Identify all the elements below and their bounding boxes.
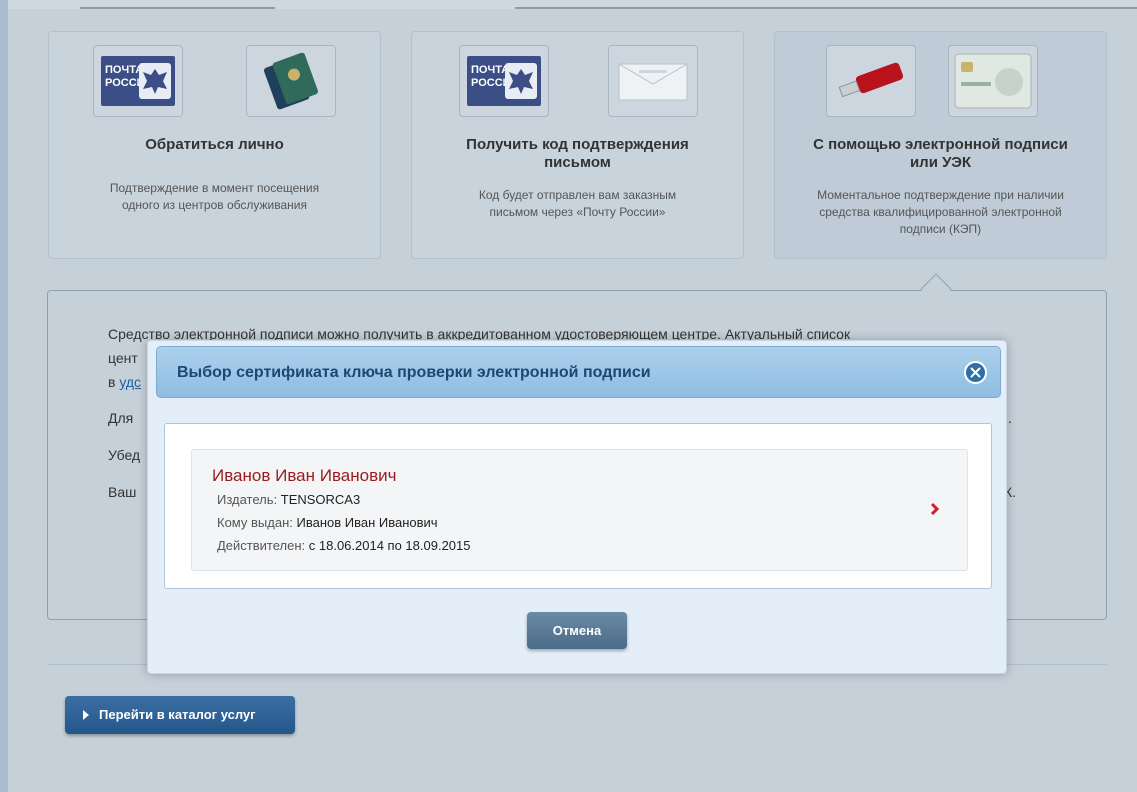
pochta-rossii-logo: ПОЧТА РОССИИ xyxy=(467,56,541,106)
option-title-line: письмом xyxy=(544,154,611,171)
chevron-right-icon xyxy=(930,502,940,516)
envelope-icon-tile xyxy=(608,45,698,117)
uek-card-icon-tile xyxy=(948,45,1038,117)
dialog-header: Выбор сертификата ключа проверки электро… xyxy=(156,346,1001,398)
info-text-prefix: в xyxy=(108,374,120,390)
certificate-selection-dialog: Выбор сертификата ключа проверки электро… xyxy=(147,340,1007,674)
play-triangle-icon xyxy=(83,710,89,720)
option-title-line: или УЭК xyxy=(909,154,972,171)
info-text-line: Ваш xyxy=(108,484,137,500)
envelope-icon xyxy=(618,63,688,101)
passport-icon xyxy=(263,52,319,110)
info-text-line-end: . xyxy=(1008,410,1012,426)
top-divider xyxy=(515,7,1137,9)
close-dialog-button[interactable] xyxy=(964,361,987,384)
info-text-line: Для xyxy=(108,410,134,426)
valid-label: Действителен: xyxy=(217,538,306,553)
eagle-emblem-icon xyxy=(505,63,537,99)
pochta-rossii-logo-tile: ПОЧТА РОССИИ xyxy=(459,45,549,117)
option-description-line: письмом через «Почту России» xyxy=(489,205,666,219)
option-title: Обратиться лично xyxy=(49,136,380,154)
usb-token-icon xyxy=(838,62,904,98)
cancel-button[interactable]: Отмена xyxy=(527,612,627,649)
valid-value: с 18.06.2014 по 18.09.2015 xyxy=(308,538,471,553)
option-description-line: одного из центров обслуживания xyxy=(122,198,307,212)
option-card-in-person[interactable]: ПОЧТА РОССИИ Обратиться лично Подтвержден… xyxy=(48,31,381,259)
issuer-label: Издатель: xyxy=(217,492,278,507)
option-description-line: Подтверждение в момент посещения xyxy=(109,181,320,195)
option-card-electronic-signature[interactable]: С помощью электронной подписи или УЭК Мо… xyxy=(774,31,1107,259)
logo-line1: ПОЧТА xyxy=(471,64,510,76)
option-title: Получить код подтверждения письмом xyxy=(412,136,743,172)
certificate-owner-name: Иванов Иван Иванович xyxy=(212,466,397,485)
option-card-letter-code[interactable]: ПОЧТА РОССИИ Получить код подтверждения п… xyxy=(411,31,744,259)
option-description: Моментальное подтверждение при наличии с… xyxy=(775,187,1106,238)
top-divider xyxy=(80,7,275,9)
option-title-line: С помощью электронной подписи xyxy=(813,136,1068,153)
info-text-line: в удс xyxy=(108,374,141,390)
option-title: С помощью электронной подписи или УЭК xyxy=(775,136,1106,172)
certificate-list: Иванов Иван Иванович Издатель: TENSORCA3… xyxy=(164,423,992,589)
option-title-line: Обратиться лично xyxy=(145,136,284,153)
pochta-rossii-logo-tile: ПОЧТА РОССИИ xyxy=(93,45,183,117)
pochta-rossii-logo: ПОЧТА РОССИИ xyxy=(101,56,175,106)
issuer-value: TENSORCA3 xyxy=(280,492,361,507)
option-description-line: средства квалифицированной электронной xyxy=(819,205,1062,219)
passport-icon-tile xyxy=(246,45,336,117)
uek-card-icon xyxy=(954,53,1032,109)
usb-token-icon-tile xyxy=(826,45,916,117)
info-text-line: цент xyxy=(108,350,138,366)
certificate-issued-to: Кому выдан: Иванов Иван Иванович xyxy=(217,515,438,530)
left-edge xyxy=(0,0,8,792)
certificate-issuer: Издатель: TENSORCA3 xyxy=(217,492,360,507)
go-to-catalog-button[interactable]: Перейти в каталог услуг xyxy=(65,696,295,734)
option-title-line: Получить код подтверждения xyxy=(466,136,689,153)
option-description-line: Моментальное подтверждение при наличии xyxy=(817,188,1064,202)
option-description-line: подписи (КЭП) xyxy=(899,222,982,236)
issued-to-value: Иванов Иван Иванович xyxy=(296,515,438,530)
dialog-title: Выбор сертификата ключа проверки электро… xyxy=(177,364,651,381)
option-description-line: Код будет отправлен вам заказным xyxy=(478,188,677,202)
option-description: Код будет отправлен вам заказным письмом… xyxy=(412,187,743,221)
issued-to-label: Кому выдан: xyxy=(217,515,293,530)
close-icon xyxy=(970,367,981,378)
certificate-item[interactable]: Иванов Иван Иванович Издатель: TENSORCA3… xyxy=(191,449,968,571)
top-strip xyxy=(0,0,1137,9)
option-description: Подтверждение в момент посещения одного … xyxy=(49,180,380,214)
eagle-emblem-icon xyxy=(139,63,171,99)
logo-line1: ПОЧТА xyxy=(105,64,144,76)
info-text-line: Убед xyxy=(108,447,141,463)
certification-centers-link[interactable]: удс xyxy=(119,374,141,390)
certificate-validity: Действителен: с 18.06.2014 по 18.09.2015 xyxy=(217,538,471,553)
go-to-catalog-label: Перейти в каталог услуг xyxy=(99,707,256,722)
